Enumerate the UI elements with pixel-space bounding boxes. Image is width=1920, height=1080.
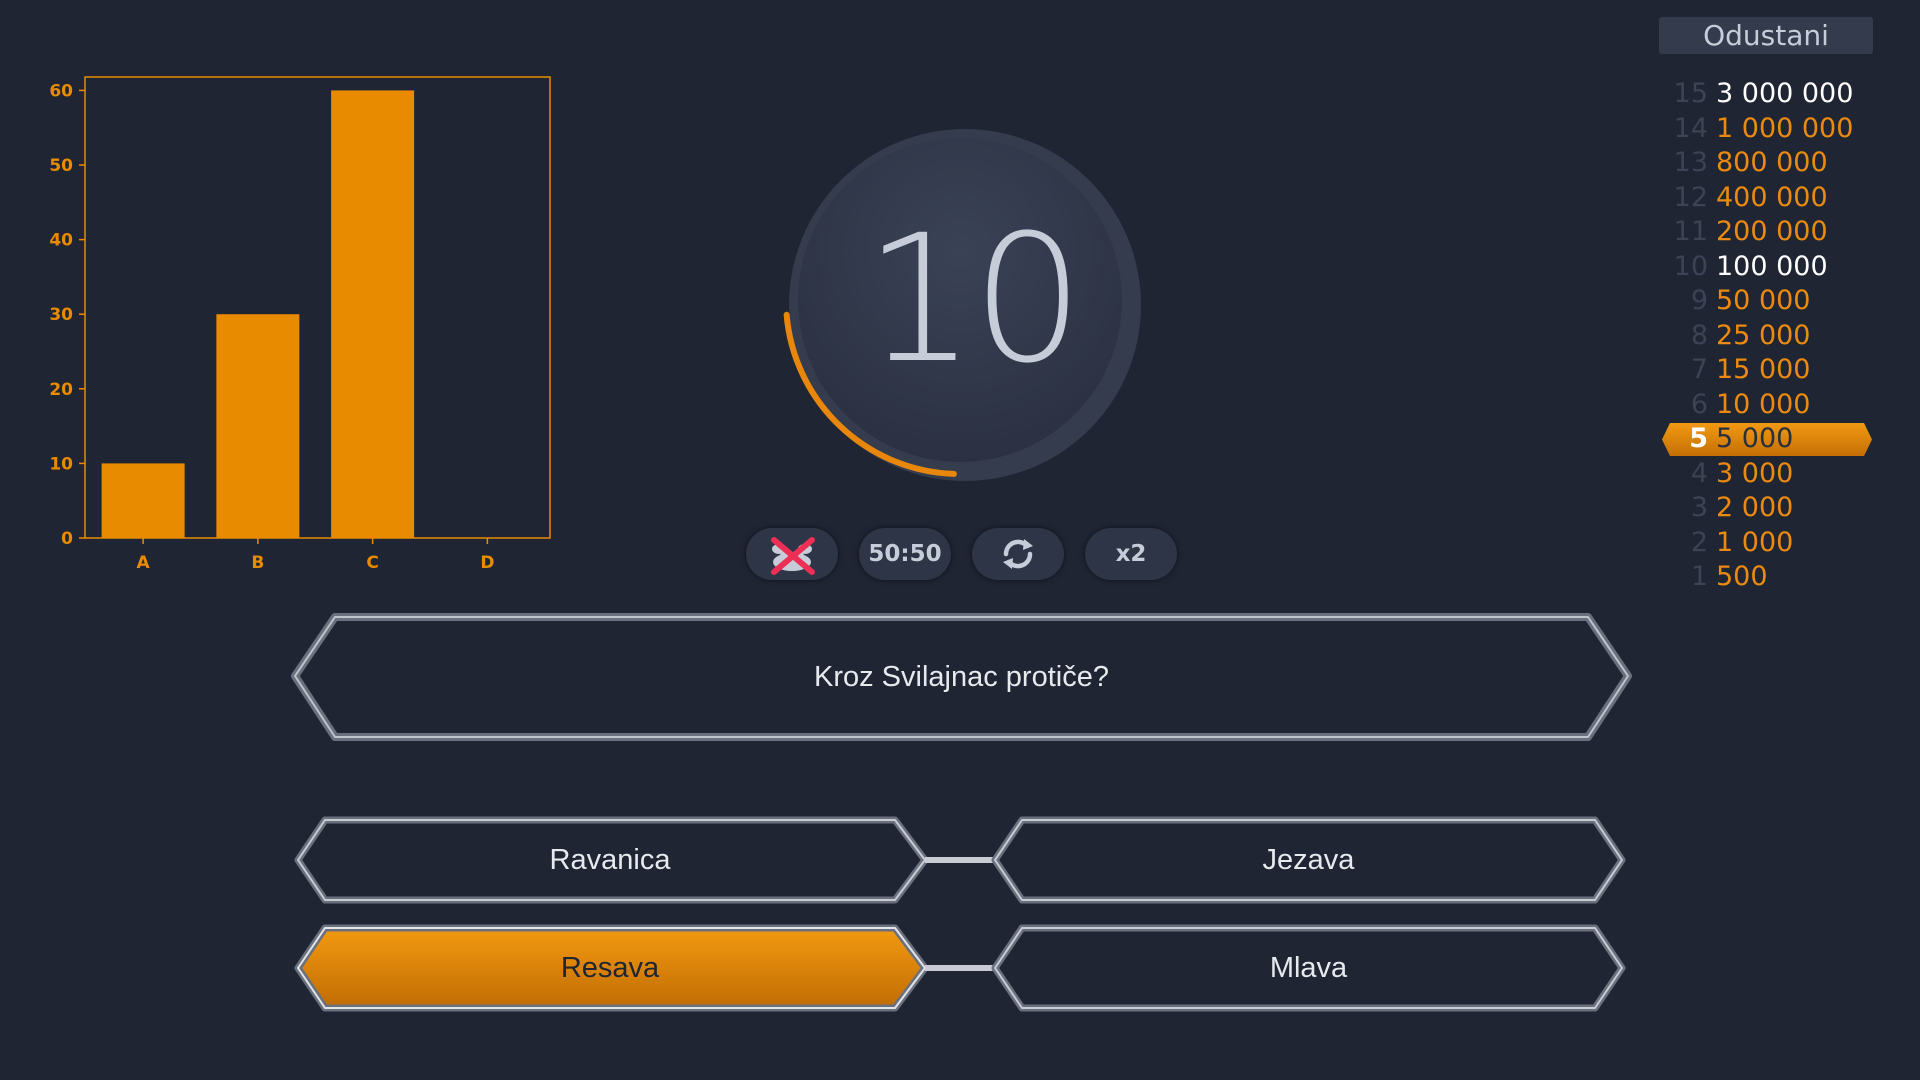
ladder-row: 15 3 000 000 [1662,77,1872,112]
ladder-row: 10 100 000 [1662,250,1872,285]
ladder-level: 13 [1673,147,1708,178]
ladder-level: 3 [1690,492,1708,523]
answer-c-button[interactable]: Resava [325,928,895,1008]
ladder-level: 10 [1673,250,1708,282]
ladder-row: 8 25 000 [1662,319,1872,354]
ladder-row: 12 400 000 [1662,181,1872,216]
ladder-amount: 25 000 [1716,319,1811,351]
ladder-row: 13 800 000 [1662,146,1872,181]
ladder-level: 14 [1673,112,1708,144]
ladder-level: 8 [1690,319,1708,351]
ladder-level: 11 [1673,216,1708,247]
ladder-level: 7 [1690,354,1708,385]
answer-a-button[interactable]: Ravanica [325,820,895,900]
ladder-level: 5 [1689,423,1708,454]
money-ladder: 15 3 000 000 14 1 000 000 13 800 000 12 400 000… [1662,77,1872,595]
ladder-level: 6 [1690,388,1708,420]
ladder-amount: 500 [1716,561,1768,592]
ladder-amount: 3 000 000 [1716,78,1854,109]
ladder-row-current: 5 5 000 [1662,422,1872,457]
ladder-amount: 10 000 [1716,388,1811,420]
ladder-amount: 400 000 [1716,181,1828,213]
ladder-row: 9 50 000 [1662,284,1872,319]
question-text: Kroz Svilajnac protiče? [814,660,1109,693]
answer-b-button[interactable]: Jezava [1022,820,1595,900]
ladder-row: 3 2 000 [1662,491,1872,526]
ladder-row: 11 200 000 [1662,215,1872,250]
ladder-level: 9 [1690,285,1708,316]
ladder-row: 21 000 [1662,526,1872,561]
ladder-row: 6 10 000 [1662,388,1872,423]
ladder-level: 12 [1673,181,1708,213]
ladder-row: 43 000 [1662,457,1872,492]
ladder-amount: 1 000 [1716,526,1794,558]
ladder-amount: 100 000 [1716,250,1828,282]
quit-button[interactable]: Odustani [1659,17,1873,54]
ladder-amount: 50 000 [1716,285,1811,316]
ladder-amount: 800 000 [1716,147,1828,178]
answer-d-button[interactable]: Mlava [1022,928,1595,1008]
ladder-row: 14 1 000 000 [1662,112,1872,147]
ladder-row: 7 15 000 [1662,353,1872,388]
ladder-amount: 200 000 [1716,216,1828,247]
ladder-amount: 3 000 [1716,457,1794,489]
ladder-level: 1 [1690,561,1708,592]
ladder-row: 1 500 [1662,560,1872,595]
ladder-amount: 15 000 [1716,354,1811,385]
ladder-amount: 1 000 000 [1716,112,1854,144]
ladder-amount: 5 000 [1716,423,1794,454]
ladder-level: 4 [1690,457,1708,489]
ladder-level: 15 [1673,78,1708,109]
question-answer-frames [170,613,1750,1012]
ladder-level: 2 [1690,526,1708,558]
ladder-amount: 2 000 [1716,492,1794,523]
